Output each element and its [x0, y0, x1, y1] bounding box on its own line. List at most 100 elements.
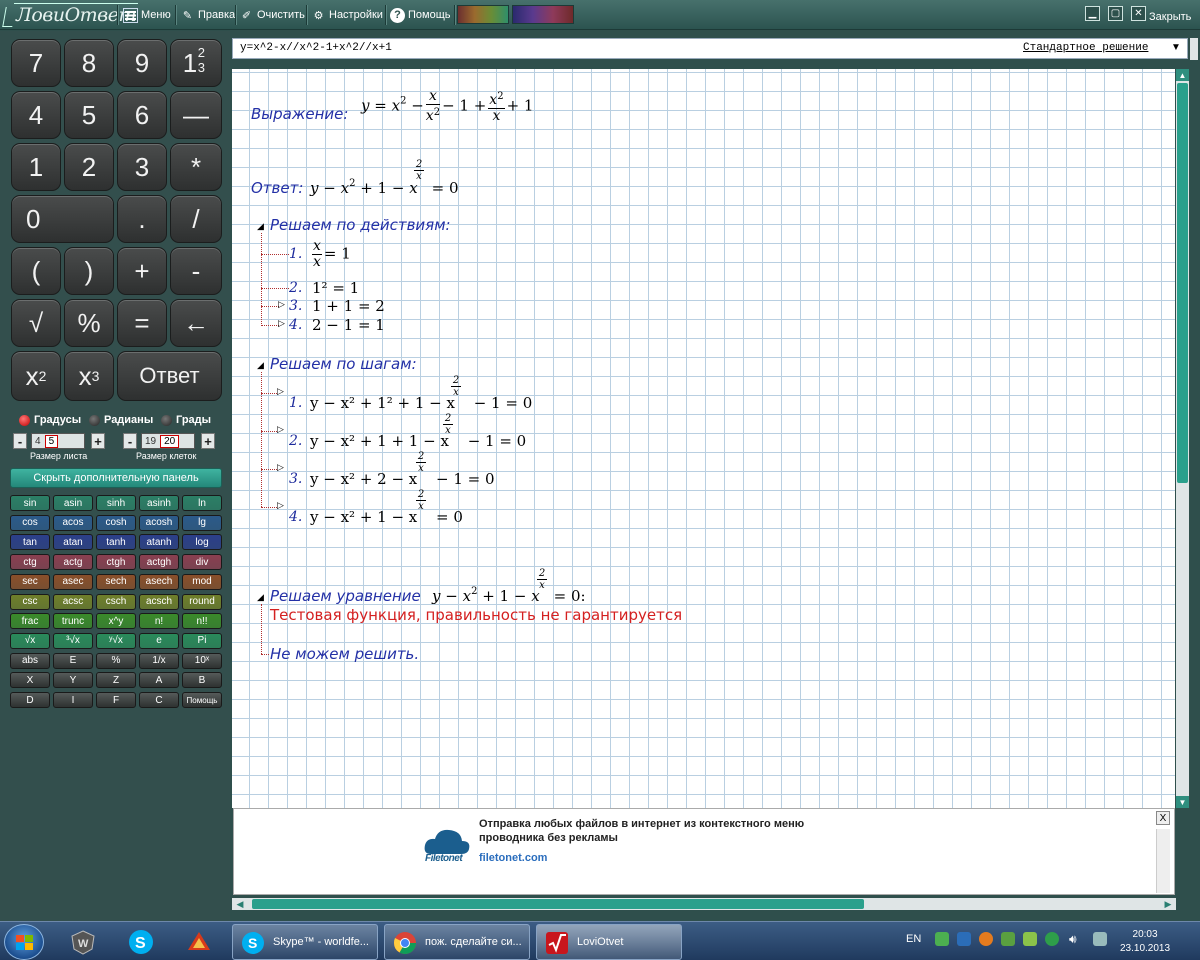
function-key[interactable]: div: [182, 554, 222, 571]
sheet-size-value[interactable]: 45: [31, 433, 85, 449]
sheet-size-increase[interactable]: +: [91, 433, 105, 449]
function-key[interactable]: acsch: [139, 593, 179, 610]
solution-mode-select[interactable]: Стандартное решение: [1023, 42, 1148, 54]
function-key[interactable]: C: [139, 692, 179, 708]
key-equals[interactable]: =: [117, 299, 167, 347]
key-1[interactable]: 1: [11, 143, 61, 191]
taskbar-item-loviotvet[interactable]: LoviOtvet: [536, 924, 682, 960]
help-button[interactable]: ? Помощь: [390, 6, 451, 24]
function-key[interactable]: 1/x: [139, 652, 179, 669]
edit-button[interactable]: ✎ Правка: [180, 6, 235, 24]
key-open-paren[interactable]: (: [11, 247, 61, 295]
scroll-down-icon[interactable]: ▼: [1176, 796, 1189, 808]
function-key[interactable]: acosh: [139, 514, 179, 531]
key-sqrt[interactable]: √: [11, 299, 61, 347]
expand-icon[interactable]: ▷: [277, 500, 284, 511]
key-fraction-bar[interactable]: —: [170, 91, 222, 139]
taskbar-item-skype[interactable]: S Skype™ - worldfe...: [232, 924, 378, 960]
scroll-thumb[interactable]: [252, 899, 864, 909]
function-key[interactable]: abs: [10, 652, 50, 669]
function-key[interactable]: tan: [10, 534, 50, 551]
scroll-left-icon[interactable]: ◀: [234, 898, 246, 910]
collapse-icon[interactable]: ◢: [257, 221, 264, 232]
menu-button[interactable]: Меню: [123, 6, 171, 24]
chevron-down-icon[interactable]: ▼: [1171, 42, 1181, 53]
function-key[interactable]: Помощь: [182, 692, 222, 708]
expand-icon[interactable]: ▷: [278, 318, 285, 329]
radio-degrees[interactable]: Градусы: [19, 413, 81, 427]
key-plus[interactable]: +: [117, 247, 167, 295]
signal-icon[interactable]: [1001, 932, 1015, 946]
function-key[interactable]: x^y: [96, 613, 136, 630]
key-fraction[interactable]: 123: [170, 39, 222, 87]
color-palette-2[interactable]: [512, 5, 574, 24]
function-key[interactable]: lg: [182, 514, 222, 531]
function-key[interactable]: frac: [10, 613, 50, 630]
function-key[interactable]: n!: [139, 613, 179, 630]
expand-icon[interactable]: ▷: [277, 386, 284, 397]
steps-header[interactable]: Решаем по шагам:: [270, 355, 417, 373]
settings-button[interactable]: ⚙ Настройки: [311, 6, 383, 24]
function-key[interactable]: %: [96, 652, 136, 669]
ad-close-icon[interactable]: X: [1156, 811, 1170, 825]
scroll-thumb[interactable]: [1177, 83, 1188, 483]
function-key[interactable]: trunc: [53, 613, 93, 630]
key-8[interactable]: 8: [64, 39, 114, 87]
expand-icon[interactable]: ▷: [278, 299, 285, 310]
key-close-paren[interactable]: ): [64, 247, 114, 295]
horizontal-scrollbar[interactable]: ◀ ▶: [232, 898, 1176, 910]
radio-grads[interactable]: Грады: [161, 413, 211, 427]
function-key[interactable]: Y: [53, 672, 93, 689]
function-key[interactable]: atanh: [139, 534, 179, 551]
key-divide[interactable]: /: [170, 195, 222, 243]
function-key[interactable]: A: [139, 672, 179, 689]
start-button[interactable]: [4, 924, 44, 960]
ad-url[interactable]: filetonet.com: [479, 852, 547, 864]
world-of-tanks-icon[interactable]: W: [60, 924, 106, 960]
function-key[interactable]: ³√x: [53, 632, 93, 649]
cell-size-value[interactable]: 19 20: [141, 433, 195, 449]
ad-scrollbar[interactable]: [1156, 829, 1170, 893]
tray-icon[interactable]: [935, 932, 949, 946]
radio-radians[interactable]: Радианы: [89, 413, 153, 427]
vertical-scrollbar[interactable]: ▲ ▼: [1176, 69, 1189, 808]
close-button[interactable]: Закрыть: [1149, 8, 1191, 26]
function-key[interactable]: round: [182, 593, 222, 610]
function-key[interactable]: mod: [182, 573, 222, 590]
skype-icon[interactable]: S: [118, 924, 164, 960]
tray-icon[interactable]: [1023, 932, 1037, 946]
expand-icon[interactable]: ▷: [277, 462, 284, 473]
function-key[interactable]: √x: [10, 632, 50, 649]
function-key[interactable]: actgh: [139, 554, 179, 571]
tray-icon[interactable]: [979, 932, 993, 946]
maximize-button[interactable]: ▢: [1108, 6, 1123, 21]
key-minus[interactable]: -: [170, 247, 222, 295]
clear-button[interactable]: ✐ Очистить: [239, 6, 305, 24]
function-key[interactable]: sech: [96, 573, 136, 590]
network-icon[interactable]: [957, 932, 971, 946]
key-3[interactable]: 3: [117, 143, 167, 191]
collapse-icon[interactable]: ◢: [257, 592, 264, 603]
function-key[interactable]: sinh: [96, 495, 136, 511]
function-key[interactable]: ctgh: [96, 554, 136, 571]
function-key[interactable]: asinh: [139, 495, 179, 511]
key-percent[interactable]: %: [64, 299, 114, 347]
cell-size-decrease[interactable]: -: [123, 433, 137, 449]
function-key[interactable]: X: [10, 672, 50, 689]
minimize-button[interactable]: ▁: [1085, 6, 1100, 21]
key-9[interactable]: 9: [117, 39, 167, 87]
ad-title[interactable]: Отправка любых файлов в интернет из конт…: [479, 817, 819, 845]
ad-banner[interactable]: Filetonet Отправка любых файлов в интерн…: [233, 808, 1175, 895]
function-key[interactable]: E: [53, 652, 93, 669]
collapse-icon[interactable]: ◢: [257, 360, 264, 371]
function-key[interactable]: cos: [10, 514, 50, 531]
language-indicator[interactable]: EN: [906, 933, 921, 945]
expand-icon[interactable]: ▷: [277, 424, 284, 435]
function-key[interactable]: 10ˣ: [182, 652, 222, 669]
key-0[interactable]: 0: [11, 195, 114, 243]
function-key[interactable]: ln: [182, 495, 222, 511]
cell-size-increase[interactable]: +: [201, 433, 215, 449]
color-palette[interactable]: [457, 5, 509, 24]
function-key[interactable]: csc: [10, 593, 50, 610]
key-5[interactable]: 5: [64, 91, 114, 139]
